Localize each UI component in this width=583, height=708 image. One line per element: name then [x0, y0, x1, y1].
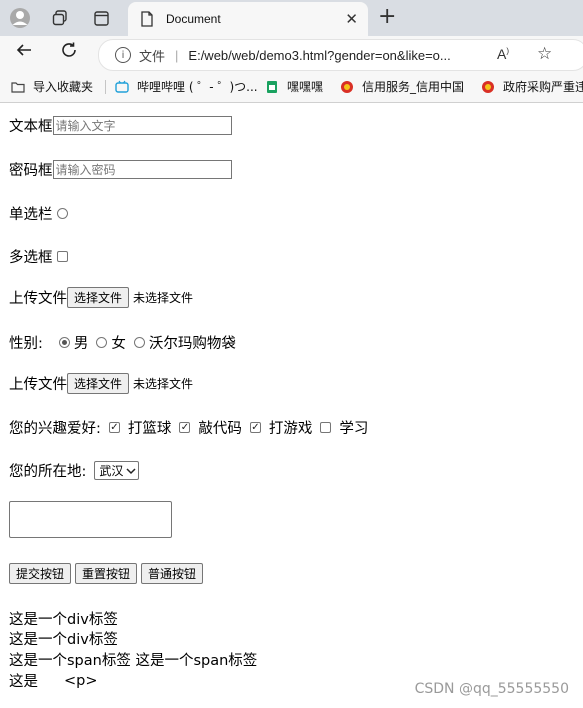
bookmark-import[interactable]: 导入收藏夹	[11, 78, 93, 95]
page-content: 文本框 密码框 单选栏 多选框 上传文件 选择文件 未选择文件 性别: 男 女 …	[0, 103, 583, 708]
bookmarks-bar: 导入收藏夹 哔哩哔哩 ( ゜- ゜)つ... 嘿嘿嘿 信用服务_信用中国 政府采…	[0, 72, 583, 103]
hobby-checkbox-basketball[interactable]: ✓	[108, 422, 120, 433]
emblem-icon	[482, 80, 494, 93]
info-icon[interactable]: i	[115, 47, 131, 63]
span-text-line: 这是一个span标签 这是一个span标签	[9, 649, 257, 670]
hobby-checkbox-coding[interactable]: ✓	[179, 422, 191, 433]
upload-row-2: 上传文件 选择文件 未选择文件	[9, 373, 193, 394]
document-icon	[141, 11, 153, 27]
gender-option-label: 男	[73, 336, 89, 352]
emblem-icon	[341, 80, 353, 93]
chevron-down-icon	[126, 467, 136, 474]
submit-button[interactable]: 提交按钮	[9, 563, 72, 584]
url-divider: |	[175, 47, 179, 63]
textarea[interactable]	[9, 501, 172, 538]
upload-label-2: 上传文件	[9, 377, 67, 393]
gender-row: 性别: 男 女 沃尔玛购物袋	[9, 332, 236, 353]
bilibili-icon	[115, 80, 129, 93]
div-text-2: 这是一个div标签	[9, 628, 118, 649]
hobby-option-label: 敲代码	[198, 421, 242, 437]
tab-title: Document	[166, 12, 221, 26]
bookmark-bilibili[interactable]: 哔哩哔哩 ( ゜- ゜)つ...	[115, 78, 258, 95]
bookmarks-divider	[105, 80, 106, 94]
hobby-label: 您的兴趣爱好:	[9, 421, 101, 437]
refresh-icon[interactable]	[60, 41, 78, 64]
upload-status: 未选择文件	[133, 291, 194, 305]
text-input[interactable]	[52, 116, 232, 135]
url-field[interactable]: i 文件 | E:/web/web/demo3.html?gender=on&l…	[98, 39, 583, 71]
text-field-label: 文本框	[9, 119, 53, 135]
tab-strip: Document ✕ +	[0, 0, 583, 36]
choose-file-button[interactable]: 选择文件	[67, 287, 130, 308]
gender-option-label: 沃尔玛购物袋	[148, 336, 236, 352]
watermark: CSDN @qq_55555550	[414, 681, 569, 697]
bookmark-procurement[interactable]: 政府采购严重违	[481, 78, 583, 95]
folder-import-icon	[11, 81, 25, 93]
password-field-row: 密码框	[9, 159, 232, 180]
upload-status-2: 未选择文件	[133, 377, 194, 391]
address-bar: i 文件 | E:/web/web/demo3.html?gender=on&l…	[0, 36, 583, 72]
new-tab-icon[interactable]: +	[378, 4, 396, 29]
hobby-checkbox-gaming[interactable]: ✓	[249, 422, 261, 433]
single-radio[interactable]	[56, 208, 68, 219]
p-tag-text: <p>	[64, 672, 98, 689]
location-selected-value: 武汉	[99, 464, 124, 478]
upload-label: 上传文件	[9, 291, 67, 307]
checkbox-row: 多选框	[9, 246, 68, 267]
workspaces-icon[interactable]	[47, 6, 73, 30]
p-text-prefix: 这是	[9, 674, 38, 690]
read-aloud-icon[interactable]: A)	[497, 46, 509, 62]
bookmark-heiheihei[interactable]: 嘿嘿嘿	[265, 78, 323, 95]
password-input[interactable]	[52, 160, 232, 179]
single-checkbox[interactable]	[56, 251, 68, 262]
bookmark-label: 嘿嘿嘿	[287, 80, 324, 94]
bookmark-label: 导入收藏夹	[33, 80, 94, 94]
hobby-checkbox-study[interactable]	[320, 422, 332, 433]
hobby-option-label: 学习	[339, 421, 369, 437]
tab-document[interactable]: Document ✕	[128, 2, 368, 36]
normal-button[interactable]: 普通按钮	[141, 563, 204, 584]
bookmark-credit-china[interactable]: 信用服务_信用中国	[340, 78, 464, 95]
div-text-1: 这是一个div标签	[9, 608, 118, 629]
password-field-label: 密码框	[9, 163, 53, 179]
favorite-star-icon[interactable]: ☆	[537, 44, 552, 64]
upload-row: 上传文件 选择文件 未选择文件	[9, 287, 193, 308]
span-text: 这是一个span标签 这是一个span标签	[9, 653, 258, 669]
location-select[interactable]: 武汉	[94, 461, 140, 480]
tab-actions-icon[interactable]	[88, 6, 114, 30]
div-text: 这是一个div标签	[9, 612, 118, 628]
url-text: E:/web/web/demo3.html?gender=on&like=o..…	[188, 47, 451, 63]
back-arrow-icon[interactable]	[15, 41, 33, 64]
choose-file-button-2[interactable]: 选择文件	[67, 373, 130, 394]
url-scheme-label: 文件	[139, 48, 166, 64]
gender-option-label: 女	[111, 336, 126, 352]
profile-icon[interactable]	[7, 6, 33, 30]
bookmark-label: 哔哩哔哩 ( ゜- ゜)つ...	[137, 80, 258, 94]
location-label: 您的所在地:	[9, 464, 87, 480]
text-field-row: 文本框	[9, 115, 232, 136]
reset-button[interactable]: 重置按钮	[75, 563, 138, 584]
hobby-option-label: 打篮球	[127, 421, 172, 437]
gender-radio-other[interactable]	[133, 337, 145, 348]
sheets-icon	[267, 80, 277, 93]
gender-radio-male[interactable]	[58, 337, 70, 348]
close-tab-icon[interactable]: ✕	[345, 10, 358, 28]
buttons-row: 提交按钮 重置按钮 普通按钮	[9, 563, 204, 584]
gender-radio-female[interactable]	[96, 337, 108, 348]
location-row: 您的所在地: 武汉	[9, 460, 140, 481]
bookmark-label: 政府采购严重违	[503, 80, 583, 94]
gender-label: 性别:	[9, 336, 43, 352]
hobby-option-label: 打游戏	[268, 421, 313, 437]
checkbox-label: 多选框	[9, 250, 53, 266]
div-text: 这是一个div标签	[9, 632, 118, 648]
bookmark-label: 信用服务_信用中国	[362, 80, 465, 94]
p-text-line: 这是 <p>	[9, 670, 98, 691]
radio-row: 单选栏	[9, 203, 68, 224]
hobby-row: 您的兴趣爱好: ✓ 打篮球 ✓ 敲代码 ✓ 打游戏 学习	[9, 417, 368, 438]
radio-label: 单选栏	[9, 207, 53, 223]
